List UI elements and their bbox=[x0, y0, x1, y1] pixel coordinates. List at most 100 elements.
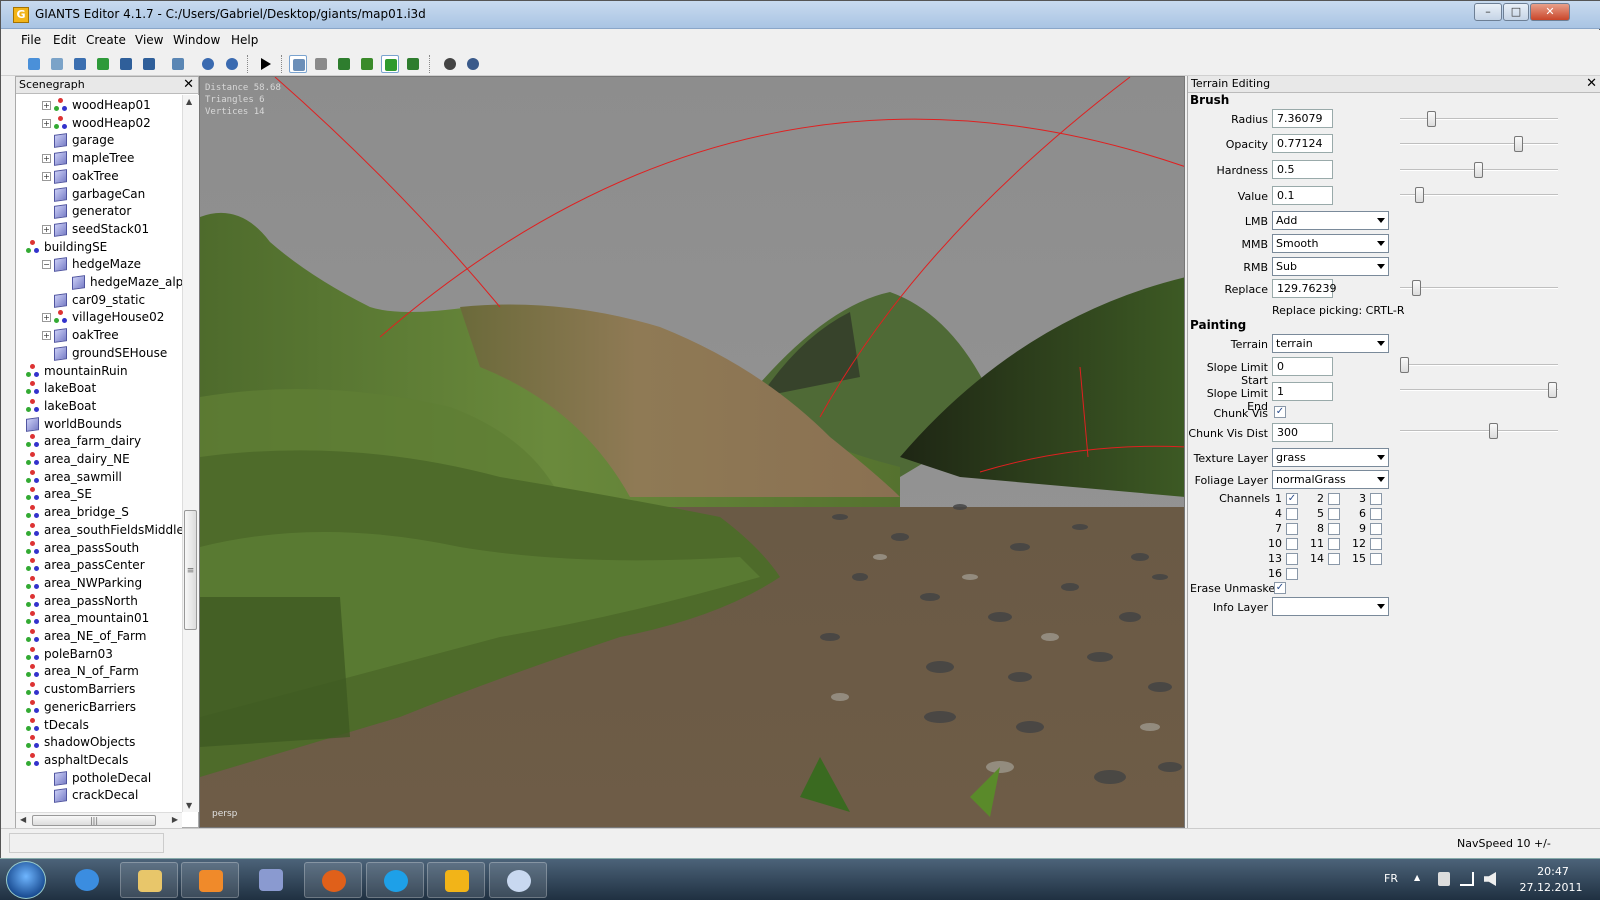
opacity-slider-thumb[interactable] bbox=[1513, 136, 1523, 152]
channel-checkbox[interactable] bbox=[1286, 508, 1298, 520]
volume-icon[interactable] bbox=[1484, 872, 1496, 886]
slope-start-slider-thumb[interactable] bbox=[1400, 357, 1409, 373]
replace-slider[interactable] bbox=[1400, 280, 1558, 296]
tree-item[interactable]: area_NWParking bbox=[16, 574, 182, 592]
tree-item[interactable]: area_southFieldsMiddle bbox=[16, 521, 182, 539]
tree-item[interactable]: mountainRuin bbox=[16, 362, 182, 380]
opacity-slider[interactable] bbox=[1400, 136, 1558, 152]
tree-item[interactable]: + villageHouse02 bbox=[16, 308, 182, 326]
hardness-slider[interactable] bbox=[1400, 162, 1558, 178]
device-tray-icon[interactable] bbox=[1438, 872, 1450, 886]
replace-slider-thumb[interactable] bbox=[1411, 280, 1421, 296]
list-icon[interactable] bbox=[71, 55, 89, 73]
skype-icon[interactable] bbox=[366, 862, 424, 898]
network-icon[interactable] bbox=[1460, 872, 1474, 886]
open-icon[interactable] bbox=[48, 55, 66, 73]
media-player-icon[interactable] bbox=[181, 862, 239, 898]
3d-viewport[interactable]: Distance 58.68 Triangles 6 Vertices 14 p… bbox=[199, 76, 1185, 828]
tree-item[interactable]: crackDecal bbox=[16, 786, 182, 804]
firefox-icon[interactable] bbox=[304, 862, 362, 898]
foliage-paint-icon[interactable] bbox=[381, 55, 399, 73]
radius-slider-thumb[interactable] bbox=[1426, 111, 1436, 127]
tree-expander-icon[interactable]: + bbox=[42, 331, 51, 341]
tree-expander-icon[interactable]: + bbox=[42, 171, 51, 181]
language-indicator[interactable]: FR bbox=[1384, 872, 1398, 885]
chunk-vis-dist-slider-thumb[interactable] bbox=[1488, 423, 1498, 439]
terrain-sculpt-icon[interactable] bbox=[335, 55, 353, 73]
tree-item[interactable]: area_mountain01 bbox=[16, 609, 182, 627]
undo-icon[interactable] bbox=[199, 55, 217, 73]
save-all-icon[interactable] bbox=[140, 55, 158, 73]
scroll-thumb[interactable]: ≡ bbox=[184, 510, 197, 630]
foliage-layer-dropdown[interactable]: normalGrass bbox=[1272, 470, 1389, 489]
channel-checkbox[interactable] bbox=[1370, 493, 1382, 505]
channel-checkbox[interactable] bbox=[1328, 523, 1340, 535]
tree-item[interactable]: groundSEHouse bbox=[16, 344, 182, 362]
settings-icon[interactable] bbox=[464, 55, 482, 73]
radius-input[interactable]: 7.36079 bbox=[1272, 109, 1333, 128]
menu-file[interactable]: File bbox=[21, 33, 41, 47]
tree-expander-icon[interactable]: + bbox=[42, 101, 51, 110]
tree-item[interactable]: lakeBoat bbox=[16, 379, 182, 397]
channel-checkbox[interactable] bbox=[1328, 553, 1340, 565]
tree-item[interactable]: area_N_of_Farm bbox=[16, 662, 182, 680]
hscroll-thumb[interactable]: ||| bbox=[32, 815, 156, 826]
tree-item[interactable]: area_passSouth bbox=[16, 539, 182, 557]
replace-input[interactable]: 129.76239 bbox=[1272, 279, 1337, 298]
tree-item[interactable]: area_passNorth bbox=[16, 592, 182, 610]
particle-icon[interactable] bbox=[441, 55, 459, 73]
tree-item[interactable]: genericBarriers bbox=[16, 698, 182, 716]
channel-checkbox[interactable]: ✓ bbox=[1286, 493, 1298, 505]
radius-slider[interactable] bbox=[1400, 111, 1558, 127]
tree-item[interactable]: area_SE bbox=[16, 485, 182, 503]
tree-item[interactable]: asphaltDecals bbox=[16, 751, 182, 769]
internet-explorer-icon[interactable] bbox=[58, 862, 116, 898]
erase-unmasked-checkbox[interactable]: ✓ bbox=[1274, 582, 1286, 594]
channel-checkbox[interactable] bbox=[1328, 538, 1340, 550]
new-icon[interactable] bbox=[25, 55, 43, 73]
channel-checkbox[interactable] bbox=[1286, 568, 1298, 580]
tray-expand-icon[interactable]: ▲ bbox=[1414, 873, 1420, 882]
chunk-vis-dist-input[interactable]: 300 bbox=[1272, 423, 1333, 442]
tree-expander-icon[interactable]: + bbox=[42, 154, 51, 164]
tree-item[interactable]: poleBarn03 bbox=[16, 645, 182, 663]
tree-expander-icon[interactable]: + bbox=[42, 313, 51, 323]
tree-item[interactable]: area_dairy_NE bbox=[16, 450, 182, 468]
channel-checkbox[interactable] bbox=[1328, 508, 1340, 520]
tree-item[interactable]: + mapleTree bbox=[16, 149, 182, 167]
paint-tool-icon[interactable] bbox=[242, 862, 300, 898]
rmb-dropdown[interactable]: Sub bbox=[1272, 257, 1389, 276]
info-layer-icon[interactable] bbox=[404, 55, 422, 73]
scroll-left-icon[interactable]: ◀ bbox=[20, 815, 26, 824]
scroll-up-icon[interactable]: ▲ bbox=[186, 97, 192, 106]
close-window-button[interactable]: ✕ bbox=[1530, 3, 1570, 21]
tree-item[interactable]: area_passCenter bbox=[16, 556, 182, 574]
tree-item[interactable]: worldBounds bbox=[16, 415, 182, 433]
tree-item[interactable]: area_NE_of_Farm bbox=[16, 627, 182, 645]
tree-expander-icon[interactable]: − bbox=[42, 260, 51, 270]
tree-item[interactable]: garage bbox=[16, 131, 182, 149]
magnet-icon[interactable] bbox=[312, 55, 330, 73]
tree-item[interactable]: car09_static bbox=[16, 291, 182, 309]
save-icon[interactable] bbox=[117, 55, 135, 73]
close-scenegraph-button[interactable]: ✕ bbox=[183, 77, 194, 93]
tree-item[interactable]: + oakTree bbox=[16, 326, 182, 344]
tree-item[interactable]: customBarriers bbox=[16, 680, 182, 698]
giants-editor-icon[interactable] bbox=[427, 862, 485, 898]
value-slider-thumb[interactable] bbox=[1414, 187, 1424, 203]
tree-expander-icon[interactable]: + bbox=[42, 118, 51, 128]
channel-checkbox[interactable] bbox=[1286, 523, 1298, 535]
select-icon[interactable] bbox=[289, 55, 307, 73]
menu-window[interactable]: Window bbox=[173, 33, 220, 47]
scroll-down-icon[interactable]: ▼ bbox=[186, 801, 192, 810]
tree-item[interactable]: area_sawmill bbox=[16, 468, 182, 486]
hardness-input[interactable]: 0.5 bbox=[1272, 160, 1333, 179]
tree-item[interactable]: generator bbox=[16, 202, 182, 220]
terrain-paint-icon[interactable] bbox=[358, 55, 376, 73]
tree-item[interactable]: hedgeMaze_alpha bbox=[16, 273, 182, 291]
maximize-button[interactable]: □ bbox=[1503, 3, 1529, 21]
tree-item[interactable]: + oakTree bbox=[16, 167, 182, 185]
chunk-vis-checkbox[interactable]: ✓ bbox=[1274, 406, 1286, 418]
menu-help[interactable]: Help bbox=[231, 33, 258, 47]
play-icon[interactable] bbox=[258, 55, 276, 73]
